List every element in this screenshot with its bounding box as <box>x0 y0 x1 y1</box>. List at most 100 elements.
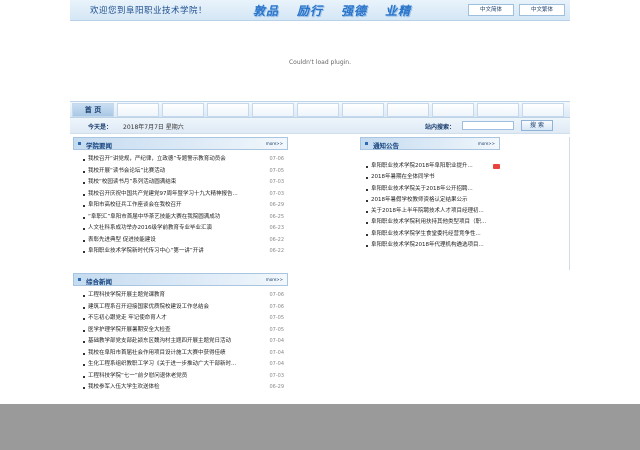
general-news-item[interactable]: 医学护理学院开展暑期安全大检查 07-05 <box>73 325 288 337</box>
general-news-item[interactable]: 建筑工程系召开迎接国家优质院校建设工作总结会 07-06 <box>73 302 288 314</box>
header-marker-icon <box>78 278 81 281</box>
general-news-item-title[interactable]: 医学护理学院开展暑期安全大检查 <box>88 325 171 337</box>
news-item[interactable]: 人文社科系成功举办2016级学前教育专业毕业汇演 06-23 <box>73 223 288 235</box>
search-button[interactable]: 搜 索 <box>521 120 553 131</box>
bullet-icon <box>83 228 85 230</box>
notice-item[interactable]: 关于2018年上半年院聘技术人才项目经理初... <box>360 206 569 217</box>
news-item[interactable]: “阜职汇”阜阳市首届中华茶艺技能大赛在我院圆满成功 06-25 <box>73 212 288 224</box>
general-news-item[interactable]: 工程科技学院开展主题党课教育 07-06 <box>73 290 288 302</box>
notice-item-title[interactable]: 阜阳职业技术学院关于2018年公开招聘... <box>371 184 473 195</box>
nav-tab[interactable] <box>522 103 564 117</box>
notices-more-link[interactable]: more>> <box>478 141 495 146</box>
notice-item-title[interactable]: 阜阳职业技术学院2018年代理机构遴选项目... <box>371 240 484 251</box>
news-item-date: 06-22 <box>269 236 284 243</box>
lang-traditional-button[interactable]: 中文繁体 <box>519 4 565 16</box>
notice-item-title[interactable]: 2018年暑假学校教师资格认定结果公示 <box>371 195 468 206</box>
general-more-link[interactable]: more>> <box>266 277 283 282</box>
general-news-item-title[interactable]: 不忘初心跟党走 牢记使命育人才 <box>88 313 167 325</box>
notices-section: 通知公告 more>> 阜阳职业技术学院2018年阜阳职业提升... 2018年… <box>360 137 570 270</box>
news-more-link[interactable]: more>> <box>266 141 283 146</box>
news-header: 学院要闻 more>> <box>73 137 288 150</box>
notice-item-title[interactable]: 2018年暑期在全体同学书 <box>371 172 435 183</box>
bullet-icon <box>83 318 85 320</box>
welcome-text: 欢迎您到阜阳职业技术学院！ <box>90 6 208 16</box>
notice-item[interactable]: 阜阳职业技术学院2018年阜阳职业提升... <box>360 161 569 172</box>
news-item-title[interactable]: 我校开展“读书会论坛”比赛活动 <box>88 166 165 178</box>
general-news-item[interactable]: 我校参军入伍大学生欢送体检 06-29 <box>73 382 288 394</box>
bottom-gray-area <box>0 404 640 450</box>
general-news-item[interactable]: 我校在阜阳市首届社会作用项目设计施工大赛中获得佳绩 07-04 <box>73 348 288 360</box>
nav-tab[interactable] <box>252 103 294 117</box>
news-item-title[interactable]: 阜阳市高校征兵工作座谈会在我校召开 <box>88 200 182 212</box>
news-item[interactable]: 我校开展“读书会论坛”比赛活动 07-05 <box>73 166 288 178</box>
news-item[interactable]: 我校召开“讲党规，严纪律，立政德”专题警示教育动员会 07-06 <box>73 154 288 166</box>
school-motto: 敦品 励行 强德 业精 <box>253 2 429 19</box>
bullet-icon <box>366 188 368 191</box>
general-news-item-title[interactable]: 基础教学部党支部赴颍东区魏沟村主题四开展主题党日活动 <box>88 336 231 348</box>
nav-tab[interactable] <box>297 103 339 117</box>
nav-tab[interactable] <box>117 103 159 117</box>
nav-tab[interactable] <box>342 103 384 117</box>
bullet-icon <box>366 211 368 214</box>
bullet-icon <box>83 216 85 219</box>
nav-tab[interactable] <box>207 103 249 117</box>
news-item-title[interactable]: “阜职汇”阜阳市首届中华茶艺技能大赛在我院圆满成功 <box>88 212 220 224</box>
general-news-section: 综合新闻 more>> 工程科技学院开展主题党课教育 07-06 建筑工程系召开迎… <box>73 273 288 394</box>
general-news-item[interactable]: 不忘初心跟党走 牢记使命育人才 07-05 <box>73 313 288 325</box>
general-news-item-title[interactable]: 工程科技学院“七一”前夕慰问退休老党员 <box>88 371 187 383</box>
bullet-icon <box>83 182 85 184</box>
news-item-title[interactable]: 人文社科系成功举办2016级学前教育专业毕业汇演 <box>88 223 212 235</box>
news-item[interactable]: 表彰先进典型 促进技能建设 06-22 <box>73 235 288 247</box>
general-news-item-date: 07-03 <box>269 372 284 379</box>
nav-home[interactable]: 首 页 <box>72 103 114 117</box>
search-input[interactable] <box>462 121 514 130</box>
news-item[interactable]: 阜阳市高校征兵工作座谈会在我校召开 06-29 <box>73 200 288 212</box>
nav-tab[interactable] <box>162 103 204 117</box>
general-news-item-title[interactable]: 建筑工程系召开迎接国家优质院校建设工作总结会 <box>88 302 209 314</box>
notice-item[interactable]: 2018年暑假学校教师资格认定结果公示 <box>360 195 569 206</box>
notice-item[interactable]: 2018年暑期在全体同学书 <box>360 172 569 183</box>
bullet-icon <box>366 166 368 168</box>
notice-item-title[interactable]: 阜阳职业技术学院2018年阜阳职业提升... <box>371 161 473 172</box>
notice-item[interactable]: 阜阳职业技术学院关于2018年公开招聘... <box>360 184 569 195</box>
general-news-item-date: 07-04 <box>269 338 284 344</box>
news-item-title[interactable]: 阜阳职业技术学院新时代传习中心“第一讲”开讲 <box>88 246 204 258</box>
bullet-icon <box>83 239 85 242</box>
general-news-item[interactable]: 工程科技学院“七一”前夕慰问退休老党员 07-03 <box>73 371 288 383</box>
notice-item-title[interactable]: 阜阳职业技术学院利用扶持其他类型项目（职... <box>371 217 486 228</box>
notice-item[interactable]: 阜阳职业技术学院2018年代理机构遴选项目... <box>360 240 569 251</box>
general-news-item-title[interactable]: 工程科技学院开展主题党课教育 <box>88 290 165 302</box>
general-news-item[interactable]: 基础教学部党支部赴颍东区魏沟村主题四开展主题党日活动 07-04 <box>73 336 288 348</box>
news-item-title[interactable]: 表彰先进典型 促进技能建设 <box>88 235 156 247</box>
nav-tab[interactable] <box>477 103 519 117</box>
general-news-item-date: 07-05 <box>269 326 284 333</box>
date-search-bar: 今天是： 2018年7月7日 星期六 站内搜索： 搜 索 <box>70 118 570 134</box>
news-item-date: 07-06 <box>269 156 284 162</box>
notice-item-title[interactable]: 关于2018年上半年院聘技术人才项目经理初... <box>371 206 484 217</box>
notices-header: 通知公告 more>> <box>360 137 500 150</box>
general-news-item-date: 07-05 <box>269 315 284 321</box>
news-item[interactable]: 我校“校园读书月”系列活动圆满结束 07-03 <box>73 177 288 189</box>
nav-tab[interactable] <box>432 103 474 117</box>
news-item[interactable]: 我校召开庆祝中国共产党建党97周年暨学习十九大精神报告... 07-03 <box>73 189 288 201</box>
nav-tab[interactable] <box>387 103 429 117</box>
bullet-icon <box>83 205 85 207</box>
notice-item[interactable]: 阜阳职业技术学院利用扶持其他类型项目（职... <box>360 217 569 228</box>
bullet-icon <box>83 352 85 355</box>
search-label: 站内搜索： <box>425 124 456 131</box>
general-news-item[interactable]: 生化工程系组织教职工学习《关于进一步推动广大干部新时... 07-04 <box>73 359 288 371</box>
news-section: 学院要闻 more>> 我校召开“讲党规，严纪律，立政德”专题警示教育动员会 07… <box>73 137 288 258</box>
notice-item[interactable]: 阜阳职业技术学院学生食堂委托经营竞争性... <box>360 229 569 240</box>
notice-item-title[interactable]: 阜阳职业技术学院学生食堂委托经营竞争性... <box>371 229 481 240</box>
general-news-item-title[interactable]: 我校在阜阳市首届社会作用项目设计施工大赛中获得佳绩 <box>88 348 226 360</box>
lang-simplified-button[interactable]: 中文简体 <box>468 4 514 16</box>
bullet-icon <box>83 193 85 196</box>
news-item-title[interactable]: 我校召开“讲党规，严纪律，立政德”专题警示教育动员会 <box>88 154 226 166</box>
general-news-item-title[interactable]: 我校参军入伍大学生欢送体检 <box>88 382 160 394</box>
news-item-title[interactable]: 我校召开庆祝中国共产党建党97周年暨学习十九大精神报告... <box>88 189 238 201</box>
bullet-icon <box>366 222 368 225</box>
general-news-item-title[interactable]: 生化工程系组织教职工学习《关于进一步推动广大干部新时... <box>88 359 236 371</box>
news-item[interactable]: 阜阳职业技术学院新时代传习中心“第一讲”开讲 06-22 <box>73 246 288 258</box>
news-item-title[interactable]: 我校“校园读书月”系列活动圆满结束 <box>88 177 176 189</box>
bullet-icon <box>83 170 85 173</box>
